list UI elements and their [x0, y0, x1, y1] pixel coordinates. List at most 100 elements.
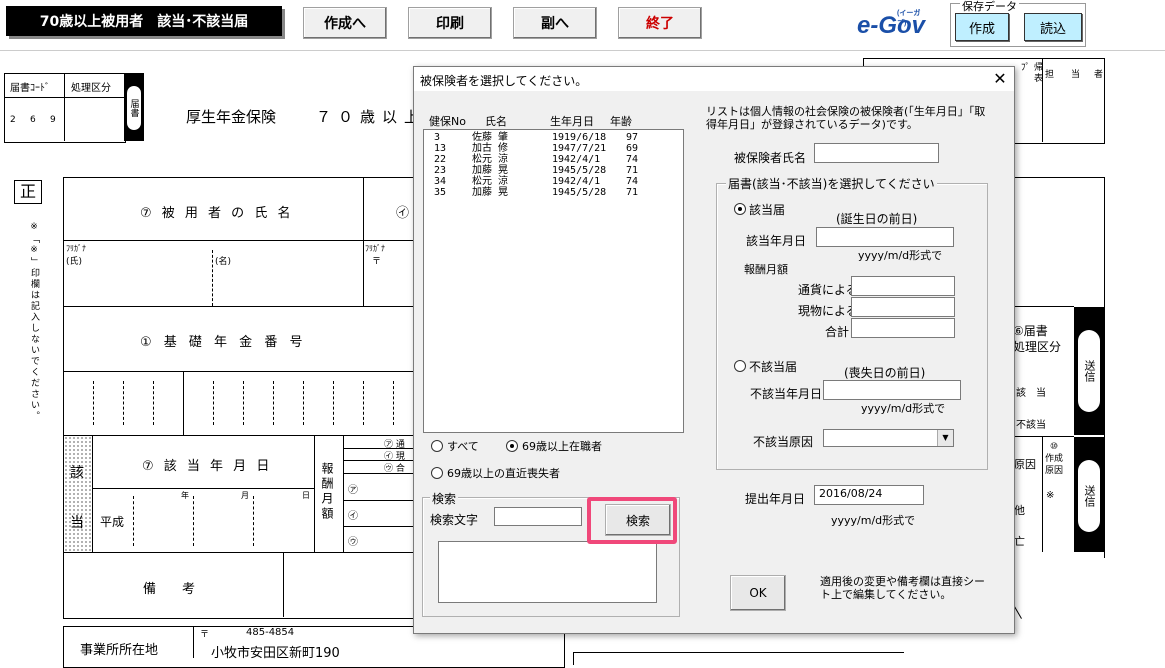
- tou-label: 当: [70, 515, 84, 531]
- grid-line: [343, 460, 415, 461]
- office-address: 小牧市安田区新町190: [211, 646, 340, 661]
- grid-line: [193, 626, 194, 658]
- grid-line: [1012, 436, 1074, 437]
- fugaitou-date-field[interactable]: [823, 380, 961, 400]
- grid-line: [63, 371, 415, 372]
- code-digit: 2: [10, 115, 16, 125]
- gaitou-label: 該当届: [749, 203, 786, 217]
- submit-date-field[interactable]: 2016/08/24: [814, 485, 924, 505]
- store-create-button[interactable]: 作成: [955, 13, 1009, 41]
- list-item[interactable]: 35 加藤 晃 1945/5/28 71: [434, 188, 674, 198]
- list-cell-name: 加古 修: [472, 143, 509, 154]
- list-item[interactable]: 13 加古 修 1947/7/21 69: [434, 144, 674, 154]
- print-button[interactable]: 印刷: [408, 7, 492, 39]
- exit-button[interactable]: 終了: [618, 7, 702, 39]
- fugaitou-reason-label: 不該当原因: [753, 435, 814, 449]
- total-field[interactable]: [851, 318, 955, 338]
- search-input[interactable]: [494, 507, 582, 526]
- filter-working-radio[interactable]: [506, 440, 518, 452]
- insured-name-field[interactable]: [814, 143, 939, 163]
- todoke-group-title: 届書(該当･不該当)を選択してください: [726, 175, 937, 192]
- code-divider-h: [4, 97, 124, 98]
- gaitou-hint: (誕生日の前日): [836, 212, 918, 226]
- date-label: ⑦ 該 当 年 月 日: [142, 459, 273, 474]
- list-header-no: 健保No: [429, 115, 466, 128]
- create-button[interactable]: 作成へ: [303, 7, 387, 39]
- grid-line: [343, 500, 415, 501]
- search-group-title: 検索: [430, 490, 459, 507]
- list-header-age: 年齢: [610, 115, 632, 128]
- list-cell-age: 71: [626, 187, 639, 198]
- filter-all-label: すべて: [447, 440, 479, 453]
- process-label: 処理区分: [71, 83, 111, 94]
- gaitou-date-label: 該当年月日: [746, 234, 807, 248]
- ok-button[interactable]: OK: [730, 575, 786, 611]
- top-right-header: 担: [1045, 70, 1055, 80]
- fugaitou-hint: (喪失日の前日): [844, 366, 926, 380]
- top-right-header: 者: [1094, 70, 1104, 80]
- furigana: ﾌﾘｶﾞﾅ: [66, 244, 86, 253]
- filter-lost-label: 69歳以上の直近喪失者: [447, 467, 560, 480]
- family-name: (氏): [66, 257, 83, 267]
- list-cell-name: 加藤 晃: [472, 187, 509, 198]
- list-cell-name: 松元 涼: [472, 176, 509, 187]
- chevron-down-icon[interactable]: ▼: [937, 430, 953, 446]
- list-cell-age: 97: [626, 132, 639, 143]
- list-item[interactable]: 22 松元 涼 1942/4/1 74: [434, 155, 674, 165]
- gaitou-radio[interactable]: [734, 203, 746, 215]
- day-label: 日: [302, 491, 310, 500]
- list-item[interactable]: 23 加藤 晃 1945/5/28 71: [434, 166, 674, 176]
- list-cell-birth: 1945/5/28: [552, 165, 607, 176]
- total-label: 合計: [825, 325, 850, 339]
- list-cell-name: 佐藤 肇: [472, 132, 509, 143]
- search-button-highlight: [587, 497, 677, 544]
- sei-mark: 正: [14, 180, 42, 204]
- fugaitou-radio[interactable]: [734, 360, 746, 372]
- search-result-box[interactable]: [438, 541, 657, 603]
- grid-line: [283, 552, 284, 617]
- currency-field[interactable]: [851, 276, 955, 296]
- close-icon[interactable]: ✕: [990, 69, 1010, 89]
- kind-label: 現物による: [798, 304, 858, 318]
- list-header-name: 氏名: [485, 115, 507, 128]
- heisei-label: 平成: [100, 515, 125, 529]
- submit-date-label: 提出年月日: [745, 492, 806, 506]
- list-cell-birth: 1942/4/1: [552, 176, 601, 187]
- kome-mark: ※: [1046, 490, 1055, 501]
- todoke-process-label: ⑥届書 処理区分: [1013, 324, 1062, 354]
- insured-listbox[interactable]: 3 佐藤 肇 1919/6/18 97 13 加古 修 1947/7/21 69 22 松元 涼1…: [423, 129, 684, 433]
- code-divider: [64, 73, 65, 141]
- sub-button[interactable]: 副へ: [513, 7, 597, 39]
- list-cell-no: 3: [434, 132, 441, 143]
- fugaitou-label: 不該当届: [749, 360, 798, 374]
- list-cell-birth: 1945/5/28: [552, 187, 607, 198]
- form-title-banner: 70歳以上被用者 該当･不該当届: [6, 6, 282, 36]
- filter-lost-radio[interactable]: [431, 467, 443, 479]
- filter-all-radio[interactable]: [431, 440, 443, 452]
- list-cell-name: 松元 涼: [472, 154, 509, 165]
- doc-code-label: 届書ｺｰﾄﾞ: [10, 83, 50, 94]
- list-cell-no: 22: [434, 154, 447, 165]
- kind-field[interactable]: [851, 297, 955, 317]
- list-cell-no: 23: [434, 165, 447, 176]
- gaitou-date-field[interactable]: [816, 227, 954, 247]
- list-cell-no: 34: [434, 176, 447, 187]
- list-item[interactable]: 3 佐藤 肇 1919/6/18 97: [434, 133, 674, 143]
- list-header-birth: 生年月日: [550, 115, 594, 128]
- fugaitou-reason-select[interactable]: ▼: [823, 429, 954, 447]
- other-label: 他: [1014, 504, 1025, 517]
- grid-line: [343, 436, 344, 552]
- list-cell-name: 加藤 晃: [472, 165, 509, 176]
- search-text-label: 検索文字: [430, 513, 479, 527]
- digit-divider: [273, 381, 274, 425]
- submit-date-format: yyyy/m/d形式で: [831, 514, 916, 527]
- egov-logo[interactable]: e-Gov (イーガブ): [857, 10, 925, 40]
- gai-label: 該: [70, 465, 84, 481]
- digit-divider: [363, 381, 364, 425]
- list-cell-age: 69: [626, 143, 639, 154]
- list-item[interactable]: 34 松元 涼 1942/4/1 74: [434, 177, 674, 187]
- reason-label: 原因: [1014, 458, 1036, 471]
- digit-divider: [303, 381, 304, 425]
- store-load-button[interactable]: 読込: [1024, 13, 1082, 41]
- digit-divider: [93, 381, 94, 425]
